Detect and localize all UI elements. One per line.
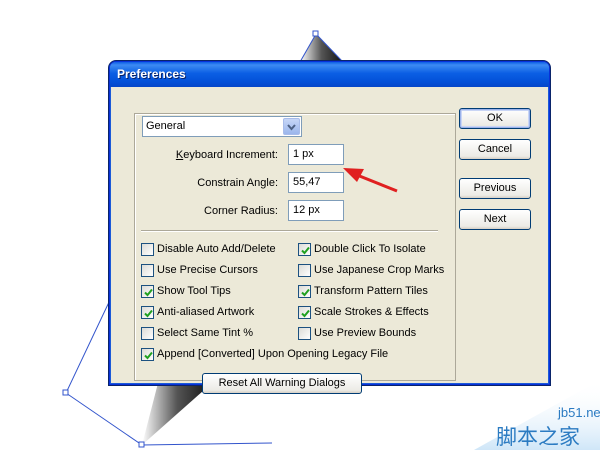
option-label: Scale Strokes & Effects [314,306,429,318]
keyboard-increment-field[interactable]: 1 px [288,144,344,165]
checkbox-box[interactable] [141,285,154,298]
separator [141,230,438,232]
corner-radius-field[interactable]: 12 px [288,200,344,221]
option-label: Use Precise Cursors [157,264,258,276]
ok-button[interactable]: OK [459,108,531,129]
check-icon [144,351,153,360]
anchor-point[interactable] [138,441,145,448]
checkbox-box[interactable] [141,264,154,277]
checkbox-box[interactable] [298,327,311,340]
check-icon [301,246,310,255]
chevron-down-icon[interactable] [283,118,300,135]
previous-button[interactable]: Previous [459,178,531,199]
site-watermark: jb51.net 脚本之家 [474,380,600,450]
section-dropdown[interactable]: General [142,116,302,137]
checkbox-box[interactable] [141,306,154,319]
checkbox-box[interactable] [298,306,311,319]
option-label: Double Click To Isolate [314,243,426,255]
watermark-name: 脚本之家 [496,425,580,449]
anchor-point[interactable] [312,30,319,37]
option-label: Use Japanese Crop Marks [314,264,445,276]
option-label: Use Preview Bounds [314,327,417,339]
checkbox-box[interactable] [298,285,311,298]
corner-radius-label: Corner Radius: [204,205,278,217]
constrain-angle-label: Constrain Angle: [197,177,278,189]
dialog-title: Preferences [117,67,186,81]
cancel-button[interactable]: Cancel [459,139,531,160]
watermark-url: jb51.net [557,405,600,420]
preferences-dialog: Preferences General Keyboard Increment: … [109,61,550,394]
title-bar[interactable]: Preferences [110,62,549,87]
checkbox-box[interactable] [141,348,154,361]
reset-warning-dialogs-button[interactable]: Reset All Warning Dialogs [202,373,362,394]
checkbox-box[interactable] [298,243,311,256]
check-icon [301,309,310,318]
check-icon [301,288,310,297]
checkbox-box[interactable] [298,264,311,277]
option-label: Anti-aliased Artwork [157,306,255,318]
next-button[interactable]: Next [459,209,531,230]
option-label: Show Tool Tips [157,285,231,297]
checkbox-box[interactable] [141,243,154,256]
check-icon [144,288,153,297]
keyboard-increment-label-rest: eyboard Increment: [183,149,278,161]
option-label: Transform Pattern Tiles [314,285,428,297]
degree-symbol: ° [349,171,353,181]
check-icon [144,309,153,318]
checkbox-box[interactable] [141,327,154,340]
section-dropdown-value: General [146,120,186,132]
constrain-angle-field[interactable]: 55,47 [288,172,344,193]
option-label: Append [Converted] Upon Opening Legacy F… [157,348,389,360]
artwork-top-shape [299,33,345,63]
dialog-body: General Keyboard Increment: 1 px Constra… [113,87,546,394]
option-label: Select Same Tint % [157,327,253,339]
keyboard-increment-label: Keyboard Increment: [157,149,278,161]
option-label: Disable Auto Add/Delete [157,243,276,255]
anchor-point[interactable] [62,389,69,396]
